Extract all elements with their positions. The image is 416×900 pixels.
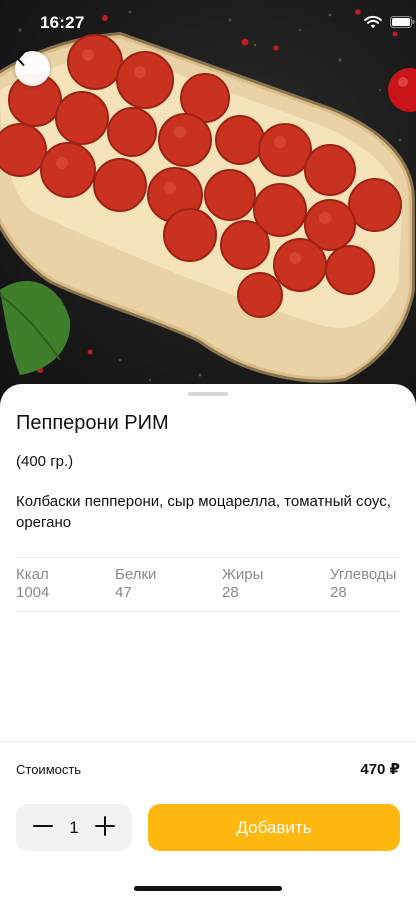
product-photo: 16:27 xyxy=(0,0,416,420)
status-bar: 16:27 xyxy=(0,0,416,44)
nutrition-kcal: Ккал 1004 xyxy=(16,566,49,602)
nutrition-value: 1004 xyxy=(16,584,50,601)
quantity-stepper: 1 xyxy=(16,804,132,851)
nutrition-label: Ккал xyxy=(16,566,49,583)
footer-divider xyxy=(0,741,416,742)
status-time: 16:27 xyxy=(40,13,85,32)
plus-icon xyxy=(95,815,115,841)
add-to-cart-button[interactable]: Добавить xyxy=(148,804,400,851)
back-button[interactable] xyxy=(15,51,50,86)
nutrition-label: Жиры xyxy=(222,566,264,583)
price-label: Стоимость xyxy=(16,762,82,777)
nutrition-carbs: Углеводы 28 xyxy=(330,566,396,602)
product-sheet: Пепперони РИМ (400 гр.) Колбаски пепперо… xyxy=(0,384,416,900)
price-value: 470 ₽ xyxy=(360,761,400,778)
pizza-illustration xyxy=(0,9,416,383)
nutrition-protein: Белки 47 xyxy=(115,566,156,602)
increase-button[interactable] xyxy=(90,813,120,843)
product-description: Колбаски пепперони, сыр моцарелла, томат… xyxy=(16,493,391,531)
nutrition-label: Белки xyxy=(115,566,157,583)
product-weight: (400 гр.) xyxy=(16,453,74,470)
product-title: Пепперони РИМ xyxy=(16,412,169,434)
home-indicator xyxy=(134,886,282,891)
nutrition-table: Ккал 1004 Белки 47 Жиры 28 Углеводы 28 xyxy=(16,557,400,612)
nutrition-value: 28 xyxy=(330,584,347,601)
nutrition-fat: Жиры 28 xyxy=(222,566,263,602)
nutrition-value: 47 xyxy=(115,584,132,601)
nutrition-value: 28 xyxy=(222,584,239,601)
sheet-grabber[interactable] xyxy=(188,392,228,396)
nutrition-label: Углеводы xyxy=(330,566,397,583)
